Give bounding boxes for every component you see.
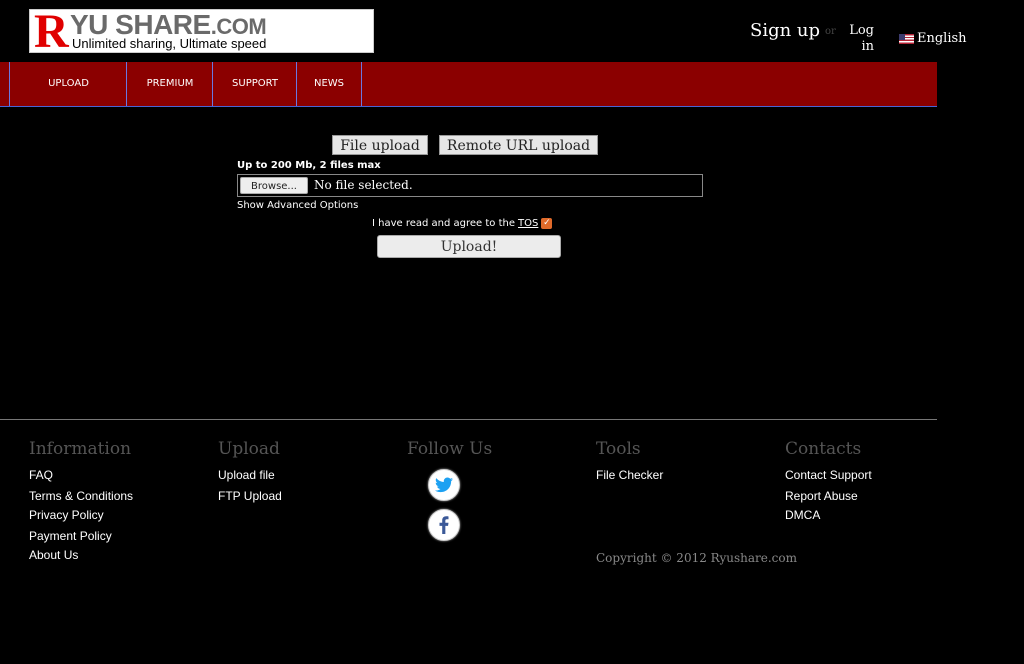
footer-link-file-checker[interactable]: File Checker	[596, 468, 663, 482]
footer-heading-follow: Follow Us	[407, 439, 493, 459]
tos-agreement: I have read and agree to the TOS ✓	[372, 218, 553, 229]
nav-premium[interactable]: PREMIUM	[126, 62, 213, 106]
login-link[interactable]: Log in	[842, 23, 874, 55]
file-status-text: No file selected.	[314, 178, 413, 192]
us-flag-icon	[899, 33, 914, 44]
nav-support[interactable]: SUPPORT	[212, 62, 297, 106]
tos-link[interactable]: TOS	[518, 218, 538, 229]
browse-button[interactable]: Browse...	[240, 177, 308, 194]
footer-heading-information: Information	[29, 439, 132, 459]
site-logo[interactable]: R YU SHARE.COM Unlimited sharing, Ultima…	[29, 9, 374, 53]
logo-slogan: Unlimited sharing, Ultimate speed	[72, 36, 267, 51]
nav-news[interactable]: NEWS	[296, 62, 362, 106]
footer-link-upload-file[interactable]: Upload file	[218, 468, 275, 482]
tos-checkbox[interactable]: ✓	[541, 218, 553, 229]
footer-heading-upload: Upload	[218, 439, 280, 459]
nav-upload[interactable]: UPLOAD	[9, 62, 127, 106]
footer-link-about[interactable]: About Us	[29, 548, 78, 562]
footer-link-dmca[interactable]: DMCA	[785, 508, 820, 522]
footer-link-contact-support[interactable]: Contact Support	[785, 468, 872, 482]
twitter-button[interactable]	[428, 469, 460, 501]
facebook-button[interactable]	[428, 509, 460, 541]
footer-link-report-abuse[interactable]: Report Abuse	[785, 489, 858, 503]
footer-heading-contacts: Contacts	[785, 439, 862, 459]
upload-limit-text: Up to 200 Mb, 2 files max	[237, 160, 381, 171]
facebook-icon	[439, 516, 449, 534]
footer-link-privacy[interactable]: Privacy Policy	[29, 508, 104, 522]
language-label: English	[917, 31, 967, 46]
footer-divider	[0, 419, 937, 420]
language-selector[interactable]: English	[899, 31, 967, 46]
footer-link-payment[interactable]: Payment Policy	[29, 529, 112, 543]
copyright-text: Copyright © 2012 Ryushare.com	[596, 551, 798, 565]
main-nav: UPLOAD PREMIUM SUPPORT NEWS	[0, 62, 937, 107]
logo-letter: R	[34, 9, 69, 53]
footer-link-terms[interactable]: Terms & Conditions	[29, 489, 133, 503]
tab-remote-url-upload[interactable]: Remote URL upload	[439, 135, 598, 155]
tab-file-upload[interactable]: File upload	[332, 135, 428, 155]
twitter-icon	[435, 477, 453, 493]
advanced-options-link[interactable]: Show Advanced Options	[237, 200, 358, 211]
footer-heading-tools: Tools	[596, 439, 641, 459]
upload-submit-button[interactable]: Upload!	[377, 235, 561, 258]
or-separator: or	[825, 26, 836, 37]
tos-text: I have read and agree to the	[372, 218, 516, 229]
footer-link-faq[interactable]: FAQ	[29, 468, 53, 482]
signup-link[interactable]: Sign up	[750, 20, 820, 41]
footer-link-ftp-upload[interactable]: FTP Upload	[218, 489, 282, 503]
